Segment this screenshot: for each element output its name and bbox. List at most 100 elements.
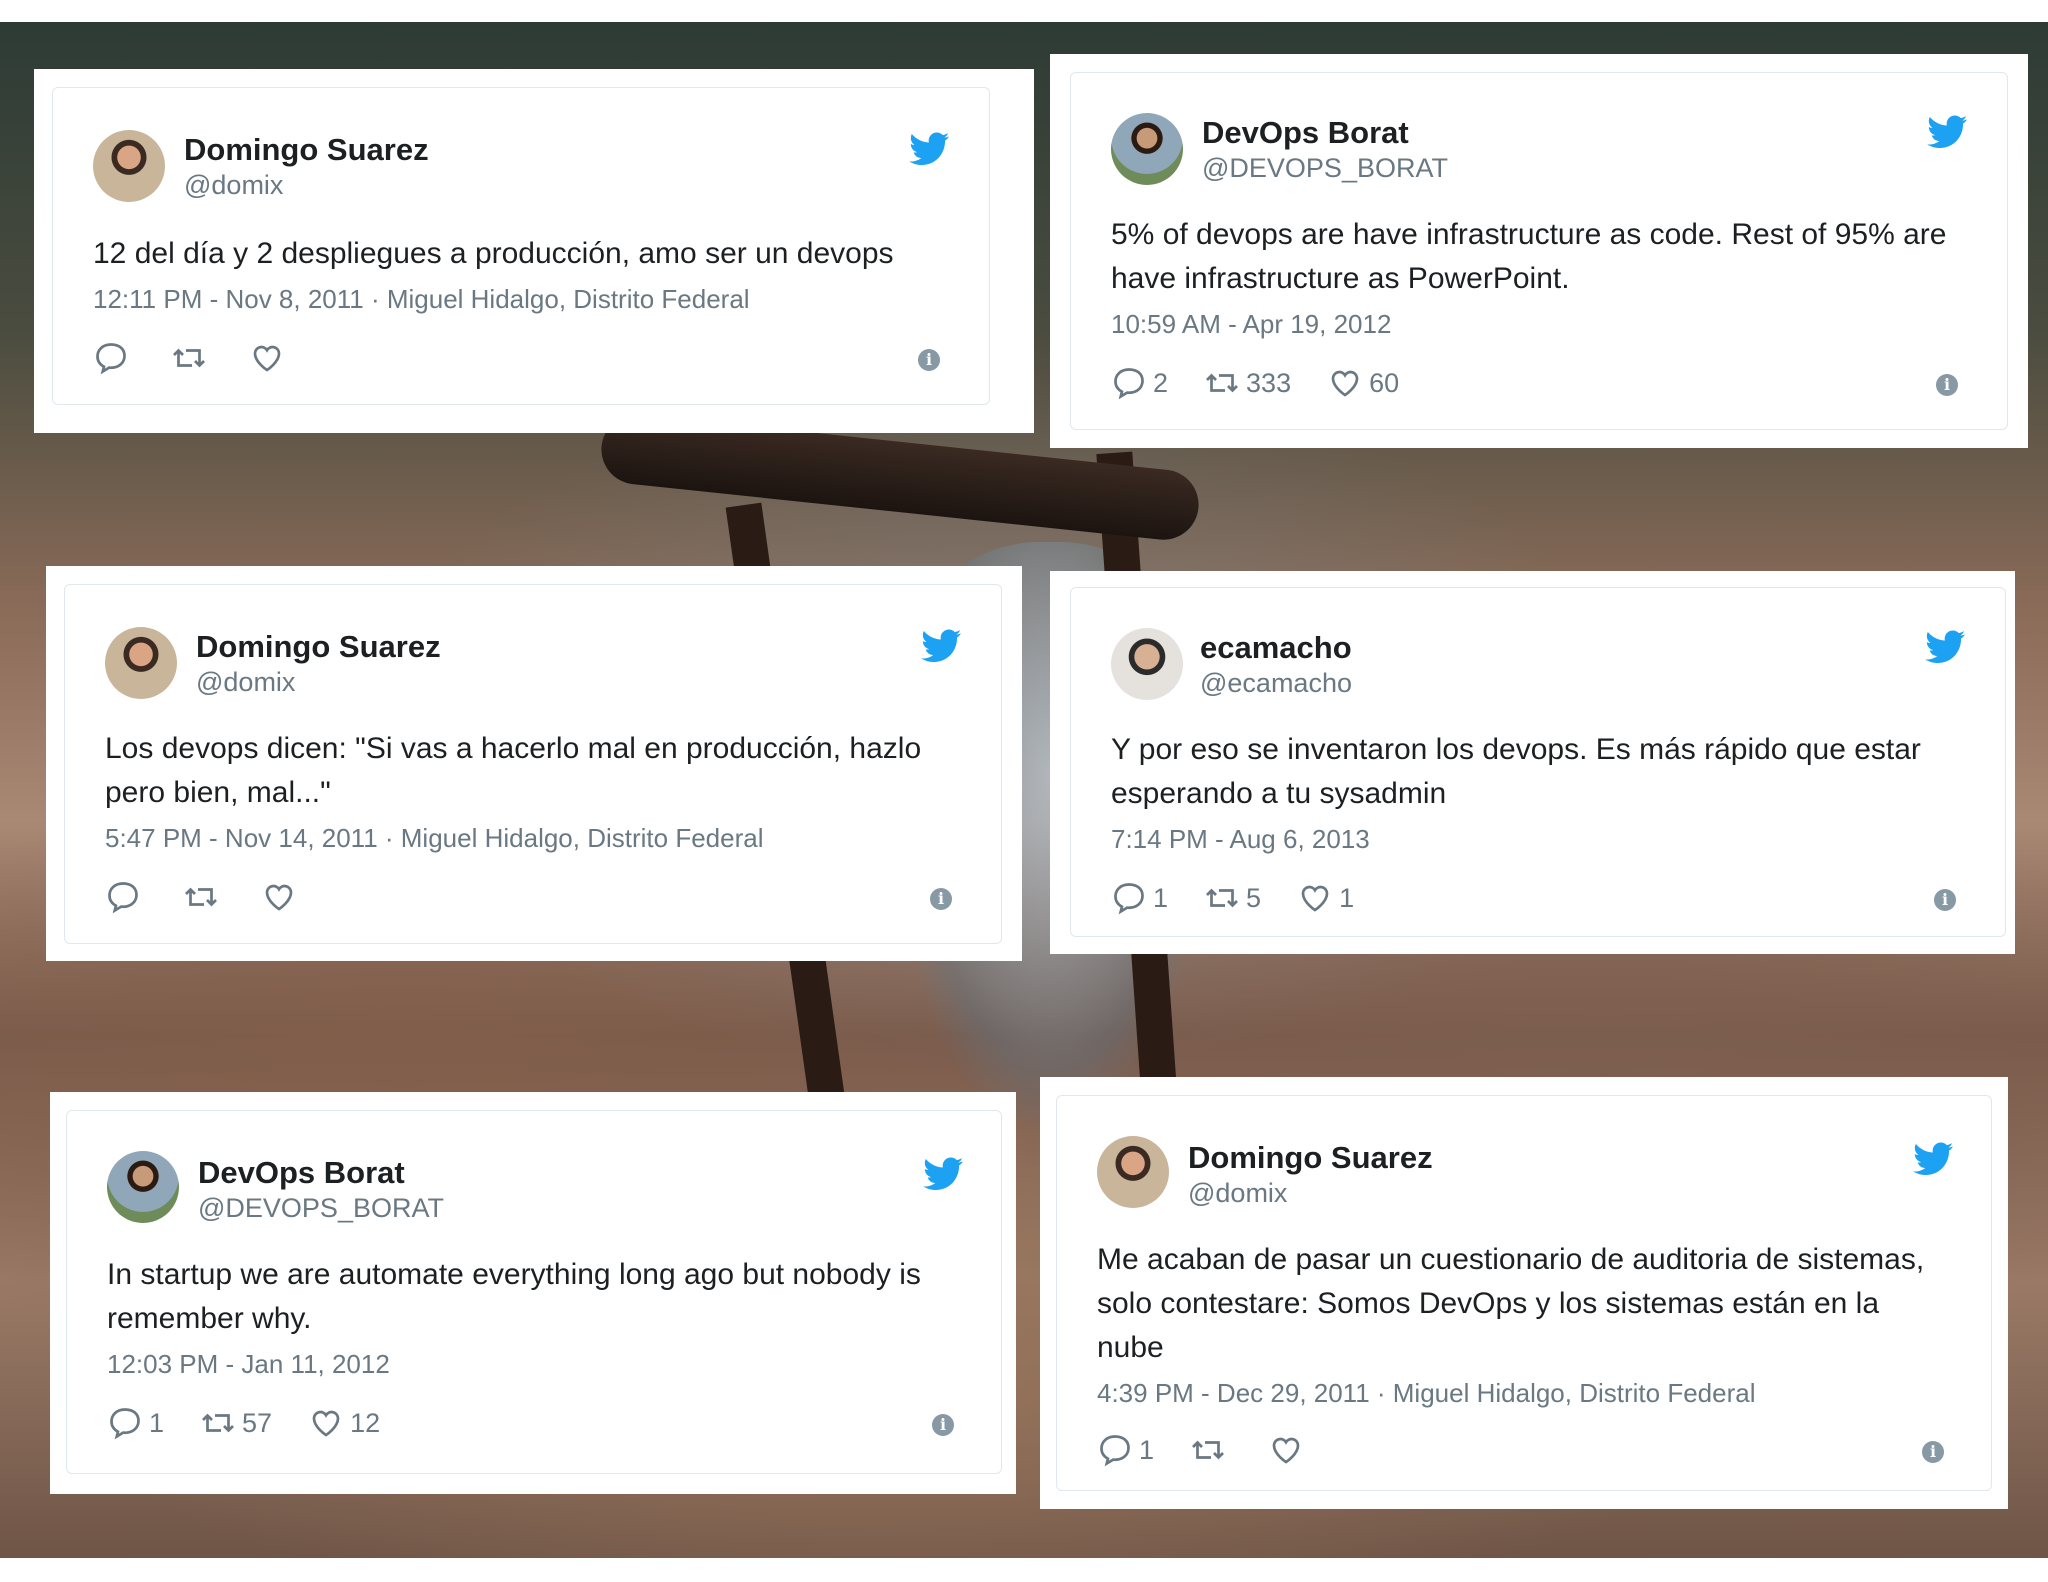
retweet-icon [173,348,205,368]
reply-icon [108,882,138,914]
tweet-actions: 1 [1097,1432,1346,1468]
reply-button[interactable]: 1 [1111,880,1168,916]
retweet-button[interactable]: 5 [1204,880,1261,916]
reply-button[interactable]: 1 [107,1405,164,1441]
twitter-bird-icon[interactable] [1927,115,1967,149]
domingo-avatar[interactable] [105,627,177,699]
author-name[interactable]: Domingo Suarez [196,629,441,665]
retweet-icon [202,1413,234,1433]
twitter-bird-icon[interactable] [909,132,949,166]
retweet-count: 5 [1246,882,1262,913]
heart-icon [1331,370,1359,397]
reply-icon [1114,368,1144,400]
tweet-card: Domingo Suarez @domix Los devops dicen: … [46,566,1022,961]
retweet-button[interactable] [183,879,225,915]
author-handle[interactable]: @DEVOPS_BORAT [198,1193,444,1224]
tweet-embed: DevOps Borat @DEVOPS_BORAT In startup we… [66,1110,1002,1474]
like-button[interactable]: 1 [1297,880,1354,916]
reply-count: 1 [149,1407,165,1438]
info-icon[interactable]: i [930,888,952,910]
reply-button[interactable] [93,340,135,376]
tweet-text: 5% of devops are have infrastructure as … [1111,218,1947,295]
tweet-meta[interactable]: 12:03 PM - Jan 11, 2012 [107,1349,390,1380]
tweet-actions: 2 333 60 [1111,365,1435,401]
author-handle[interactable]: @DEVOPS_BORAT [1202,153,1448,184]
retweet-icon [1192,1440,1224,1460]
author-name[interactable]: Domingo Suarez [1188,1140,1433,1176]
domingo-avatar[interactable] [93,130,165,202]
author-handle[interactable]: @domix [1188,1178,1287,1209]
author-name[interactable]: DevOps Borat [1202,115,1409,151]
like-button[interactable]: 60 [1327,365,1399,401]
twitter-bird-icon[interactable] [923,1157,963,1191]
tweet-text: Me acaban de pasar un cuestionario de au… [1097,1243,1925,1364]
ecamacho-avatar[interactable] [1111,628,1183,700]
like-button[interactable]: 12 [308,1405,380,1441]
retweet-button[interactable]: 333 [1204,365,1291,401]
tweet-text: In startup we are automate everything lo… [107,1258,921,1335]
domingo-avatar[interactable] [1097,1136,1169,1208]
heart-icon [253,345,281,372]
author-name[interactable]: ecamacho [1200,630,1352,666]
borat-avatar[interactable] [107,1151,179,1223]
borat-avatar[interactable] [1111,113,1183,185]
twitter-bird-icon[interactable] [1913,1142,1953,1176]
like-button[interactable] [249,340,291,376]
info-icon[interactable]: i [918,349,940,371]
info-icon[interactable]: i [932,1414,954,1436]
reply-count: 1 [1139,1434,1155,1465]
reply-button[interactable]: 2 [1111,365,1168,401]
info-icon[interactable]: i [1936,374,1958,396]
tweet-card: DevOps Borat @DEVOPS_BORAT 5% of devops … [1050,54,2028,448]
twitter-bird-icon[interactable] [1925,630,1965,664]
reply-icon [1100,1435,1130,1467]
retweet-count: 333 [1246,367,1292,398]
reply-count: 2 [1153,367,1169,398]
tweet-actions: 1 57 12 [107,1405,416,1441]
like-count: 12 [350,1407,381,1438]
retweet-button[interactable] [1190,1432,1232,1468]
reply-count: 1 [1153,882,1169,913]
heart-icon [312,1410,340,1437]
like-button[interactable] [261,879,303,915]
reply-button[interactable]: 1 [1097,1432,1154,1468]
author-name[interactable]: Domingo Suarez [184,132,429,168]
author-name[interactable]: DevOps Borat [198,1155,405,1191]
author-handle[interactable]: @domix [196,667,295,698]
retweet-button[interactable] [171,340,213,376]
tweet-text: Los devops dicen: "Si vas a hacerlo mal … [105,732,922,809]
tweet-meta[interactable]: 12:11 PM - Nov 8, 2011 · Miguel Hidalgo,… [93,284,750,315]
reply-icon [1114,883,1144,915]
reply-icon [96,343,126,375]
tweet-card: ecamacho @ecamacho Y por eso se inventar… [1050,571,2015,954]
tweet-meta[interactable]: 7:14 PM - Aug 6, 2013 [1111,824,1370,855]
tweet-actions [105,879,339,915]
like-count: 60 [1369,367,1400,398]
author-handle[interactable]: @ecamacho [1200,668,1352,699]
reply-icon [110,1408,140,1440]
tweet-card: DevOps Borat @DEVOPS_BORAT In startup we… [50,1092,1016,1494]
author-handle[interactable]: @domix [184,170,283,201]
info-icon[interactable]: i [1922,1441,1944,1463]
heart-icon [1272,1437,1300,1464]
tweet-actions: 1 5 1 [1111,880,1390,916]
tweet-meta[interactable]: 10:59 AM - Apr 19, 2012 [1111,309,1391,340]
info-icon[interactable]: i [1934,889,1956,911]
tweet-embed: Domingo Suarez @domix Me acaban de pasar… [1056,1095,1992,1491]
like-button[interactable] [1268,1432,1310,1468]
tweet-meta[interactable]: 4:39 PM - Dec 29, 2011 · Miguel Hidalgo,… [1097,1378,1755,1409]
reply-button[interactable] [105,879,147,915]
retweet-count: 57 [242,1407,273,1438]
tweet-embed: Domingo Suarez @domix 12 del día y 2 des… [52,87,990,405]
retweet-button[interactable]: 57 [200,1405,272,1441]
retweet-icon [1206,373,1238,393]
retweet-icon [185,887,217,907]
heart-icon [265,884,293,911]
tweet-meta[interactable]: 5:47 PM - Nov 14, 2011 · Miguel Hidalgo,… [105,823,763,854]
twitter-bird-icon[interactable] [921,629,961,663]
tweet-card: Domingo Suarez @domix Me acaban de pasar… [1040,1077,2008,1509]
tweet-embed: DevOps Borat @DEVOPS_BORAT 5% of devops … [1070,72,2008,430]
tweet-card: Domingo Suarez @domix 12 del día y 2 des… [34,69,1034,433]
tweet-embed: ecamacho @ecamacho Y por eso se inventar… [1070,587,2006,937]
tweet-text: Y por eso se inventaron los devops. Es m… [1111,733,1921,810]
